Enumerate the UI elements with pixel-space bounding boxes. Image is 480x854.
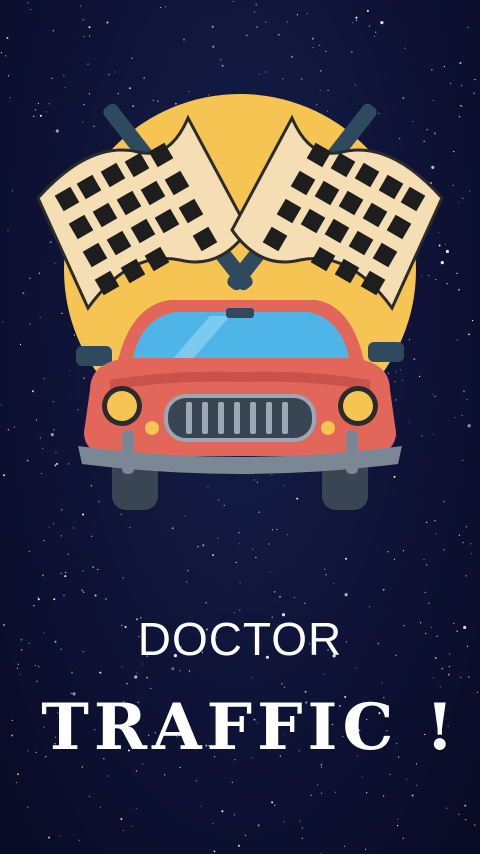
title-traffic: TRAFFIC !: [41, 690, 459, 765]
title-doctor: DOCTOR: [137, 613, 343, 665]
race-car-logo-icon: [36, 94, 444, 510]
